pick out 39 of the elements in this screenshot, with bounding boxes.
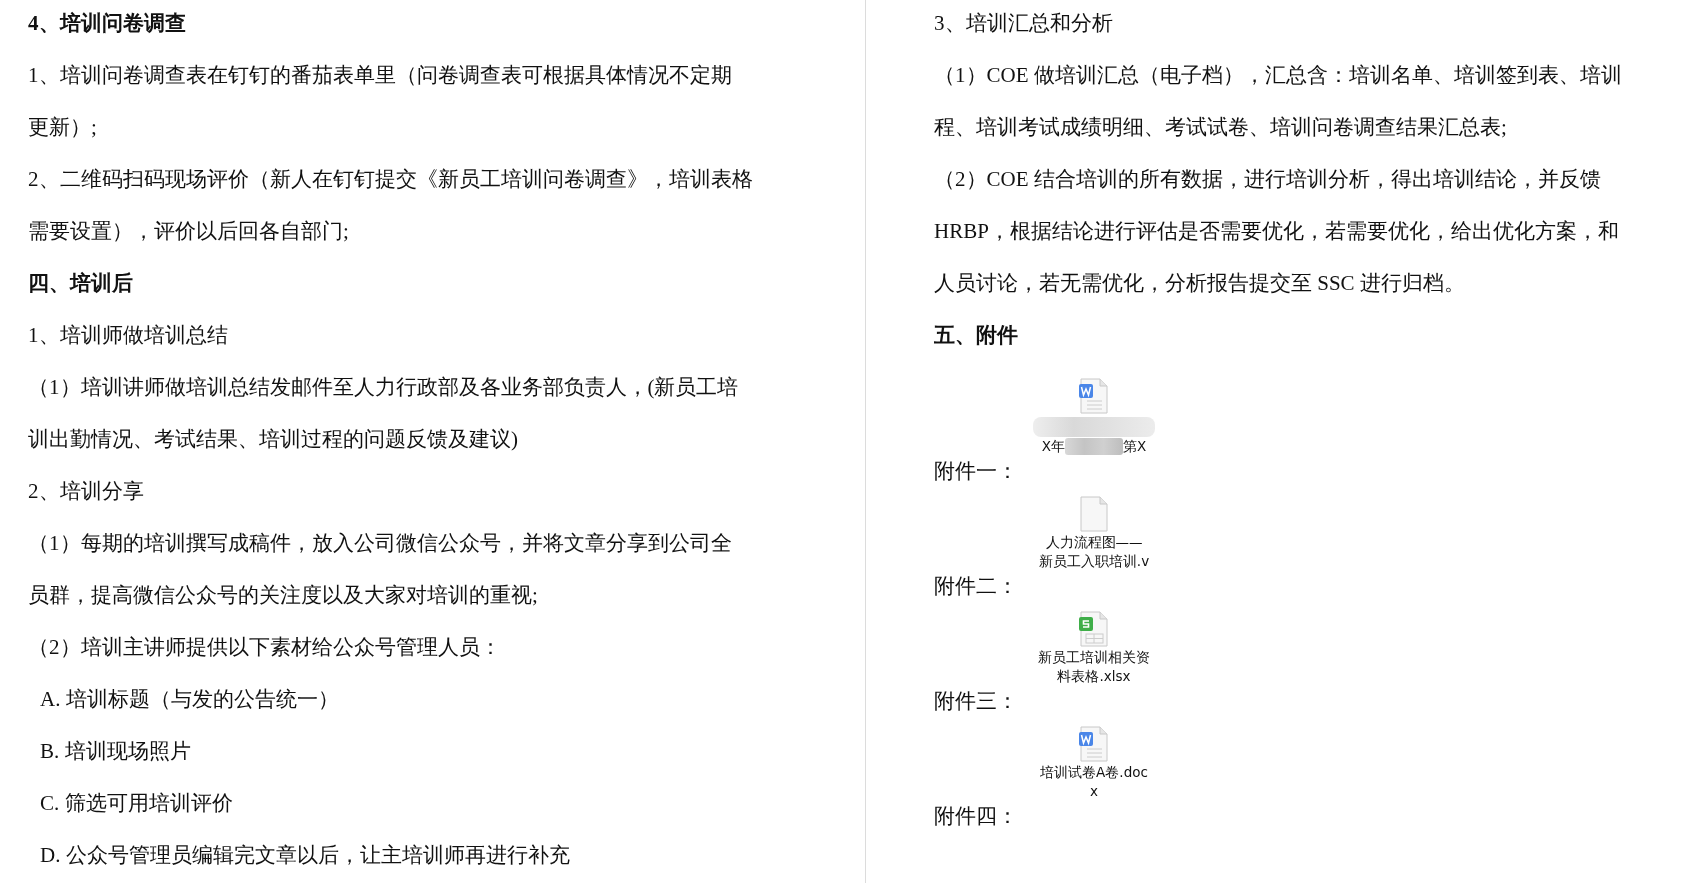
file-name: 新员工入职培训.v — [1038, 552, 1150, 571]
paragraph-line: 人员讨论，若无需优化，分析报告提交至 SSC 进行归档。 — [934, 270, 1466, 297]
paragraph-line: （1）每期的培训撰写成稿件，放入公司微信公众号，并将文章分享到公司全 — [28, 530, 733, 557]
spreadsheet-file-icon[interactable] — [1078, 611, 1110, 648]
paragraph-line: 需要设置），评价以后回各自部门; — [28, 218, 350, 245]
word-file-icon[interactable] — [1078, 378, 1110, 415]
paragraph-line: 1、培训问卷调查表在钉钉的番茄表单里（问卷调查表可根据具体情况不定期 — [28, 62, 733, 89]
section-heading: 4、培训问卷调查 — [28, 10, 187, 37]
section-heading: 五、附件 — [934, 322, 1019, 349]
paragraph-line: 2、培训分享 — [28, 478, 145, 505]
paragraph-line: C. 筛选可用培训评价 — [39, 790, 234, 817]
paragraph-line: 训出勤情况、考试结果、培训过程的问题反馈及建议) — [28, 426, 519, 453]
paragraph-line: （1）培训讲师做培训总结发邮件至人力行政部及各业务部负责人，(新员工培 — [28, 374, 740, 401]
file-name: 料表格.xlsx — [1057, 667, 1131, 686]
file-name: X年 — [1041, 437, 1065, 456]
paragraph-line: 1、培训师做培训总结 — [28, 322, 229, 349]
attachment-label: 附件三： — [934, 688, 1019, 715]
paragraph-line: 员群，提高微信公众号的关注度以及大家对培训的重视; — [28, 582, 539, 609]
paragraph-line: 更新）; — [28, 114, 98, 141]
attachment-label: 附件一： — [934, 458, 1019, 485]
attachment-label: 附件四： — [934, 803, 1019, 830]
paragraph-line: A. 培训标题（与发的公告统一） — [39, 686, 340, 713]
paragraph-line: HRBP，根据结论进行评估是否需要优化，若需要优化，给出优化方案，和 — [934, 218, 1620, 245]
file-name: x — [1090, 782, 1098, 801]
paragraph-line: 3、培训汇总和分析 — [934, 10, 1114, 37]
attachment-label: 附件二： — [934, 573, 1019, 600]
paragraph-line: B. 培训现场照片 — [39, 738, 192, 765]
file-name: 新员工培训相关资 — [1038, 648, 1150, 667]
file-name: 第X — [1123, 437, 1147, 456]
paragraph-line: （2）COE 结合培训的所有数据，进行培训分析，得出培训结论，并反馈 — [934, 166, 1602, 193]
paragraph-line: （2）培训主讲师提供以下素材给公众号管理人员： — [28, 634, 502, 661]
paragraph-line: （1）COE 做培训汇总（电子档），汇总含：培训名单、培训签到表、培训 — [934, 62, 1623, 89]
paragraph-line: D. 公众号管理员编辑完文章以后，让主培训师再进行补充 — [39, 842, 571, 869]
section-heading: 四、培训后 — [28, 270, 134, 297]
word-file-icon[interactable] — [1078, 726, 1110, 763]
file-name: 人力流程图—— — [1045, 533, 1143, 552]
paragraph-line: 程、培训考试成绩明细、考试试卷、培训问卷调查结果汇总表; — [934, 114, 1508, 141]
paragraph-line: 2、二维码扫码现场评价（新人在钉钉提交《新员工培训问卷调查》，培训表格 — [28, 166, 754, 193]
file-name: 培训试卷A卷.doc — [1040, 763, 1148, 782]
